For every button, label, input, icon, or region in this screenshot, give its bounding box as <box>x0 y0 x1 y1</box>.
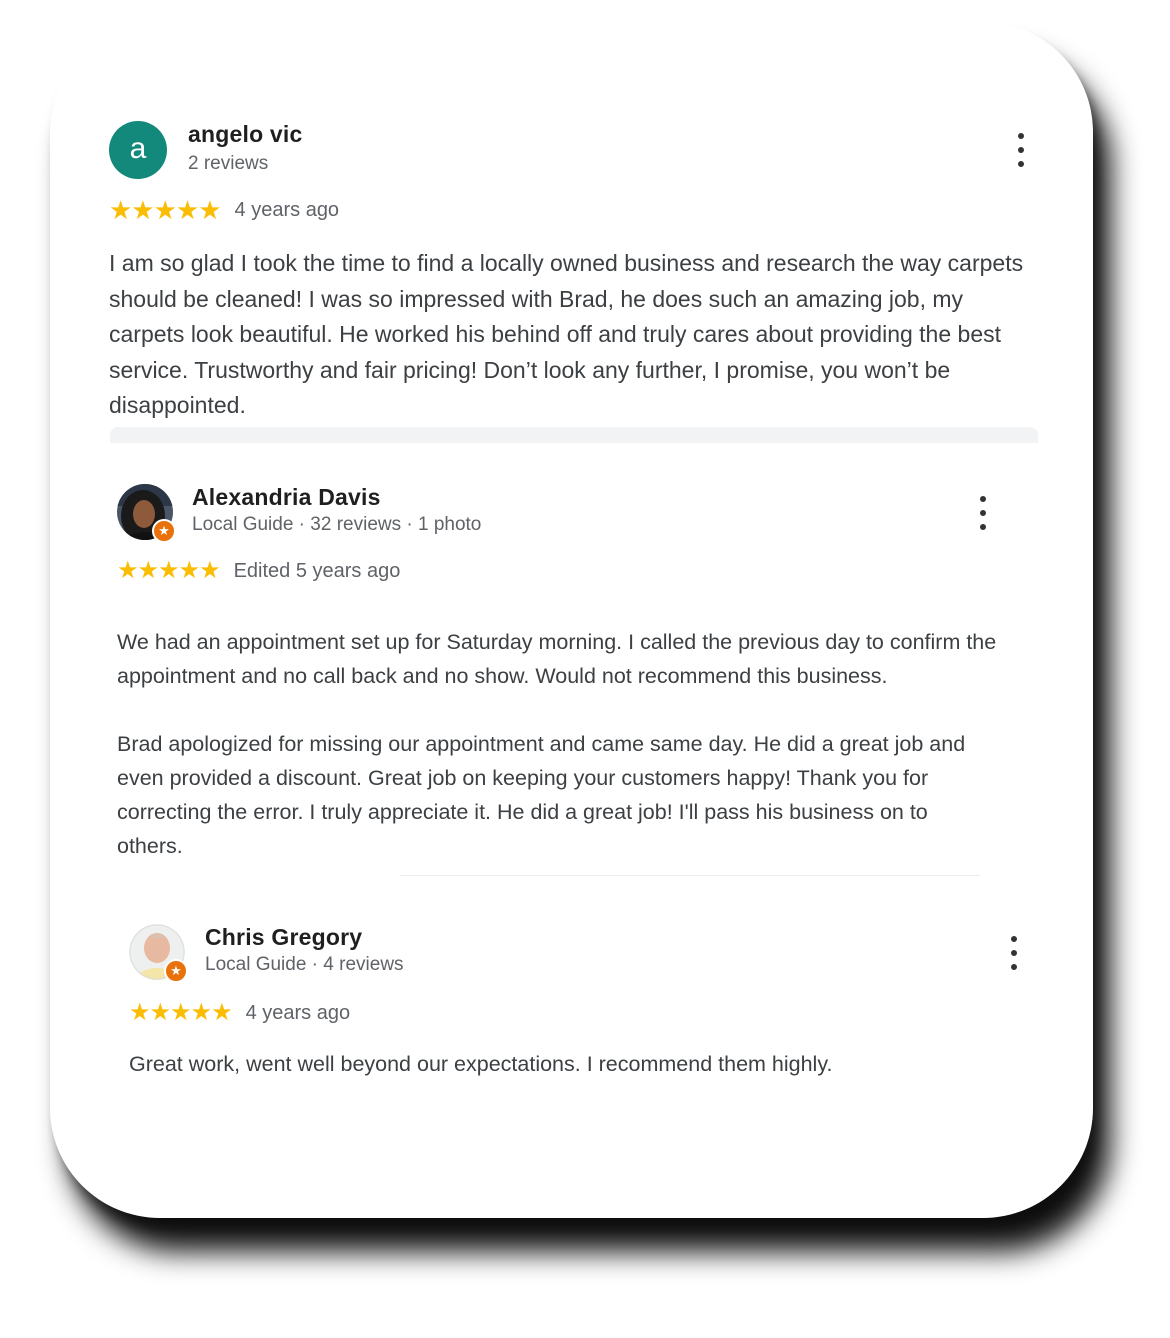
review-text: We had an appointment set up for Saturda… <box>117 625 997 863</box>
avatar[interactable]: ★ <box>117 484 176 543</box>
review-paragraph: I am so glad I took the time to find a l… <box>109 250 1024 419</box>
review-divider <box>110 427 1038 443</box>
reviewer-meta: 2 reviews <box>188 153 269 174</box>
more-options-button[interactable] <box>1007 936 1021 970</box>
star-rating: ★★★★★ <box>117 557 221 584</box>
rating-row: ★★★★★ 4 years ago <box>109 197 339 223</box>
more-vert-icon <box>1011 936 1017 942</box>
local-guide-badge-icon: ★ <box>164 959 188 983</box>
more-vert-icon <box>980 496 986 502</box>
reviewer-name[interactable]: Alexandria Davis <box>192 484 381 511</box>
review-date: Edited 5 years ago <box>233 559 401 582</box>
avatar[interactable]: ★ <box>129 924 188 983</box>
local-guide-badge-icon: ★ <box>152 519 176 543</box>
rating-row: ★★★★★ Edited 5 years ago <box>117 558 400 584</box>
more-options-button[interactable] <box>976 496 990 530</box>
avatar[interactable]: a <box>109 121 167 179</box>
reviews-card: a angelo vic 2 reviews ★★★★★ 4 years ago… <box>50 22 1093 1218</box>
more-options-button[interactable] <box>1014 133 1028 167</box>
review-paragraph: Great work, went well beyond our expecta… <box>129 1052 833 1076</box>
review-date: 4 years ago <box>245 1001 351 1024</box>
star-rating: ★★★★★ <box>129 999 233 1026</box>
more-vert-icon <box>1018 133 1024 139</box>
reviewer-name[interactable]: Chris Gregory <box>205 924 362 951</box>
star-rating: ★★★★★ <box>109 195 222 225</box>
review-paragraph: Brad apologized for missing our appointm… <box>117 732 966 858</box>
reviewer-meta: Local Guide · 32 reviews · 1 photo <box>192 514 482 535</box>
review-paragraph: We had an appointment set up for Saturda… <box>117 630 997 688</box>
review-divider <box>400 875 980 876</box>
reviewer-name[interactable]: angelo vic <box>188 121 302 148</box>
reviewer-meta: Local Guide · 4 reviews <box>205 954 404 975</box>
review-text: I am so glad I took the time to find a l… <box>109 246 1044 424</box>
review-date: 4 years ago <box>234 198 340 221</box>
rating-row: ★★★★★ 4 years ago <box>129 1000 350 1026</box>
review-text: Great work, went well beyond our expecta… <box>129 1047 1009 1081</box>
